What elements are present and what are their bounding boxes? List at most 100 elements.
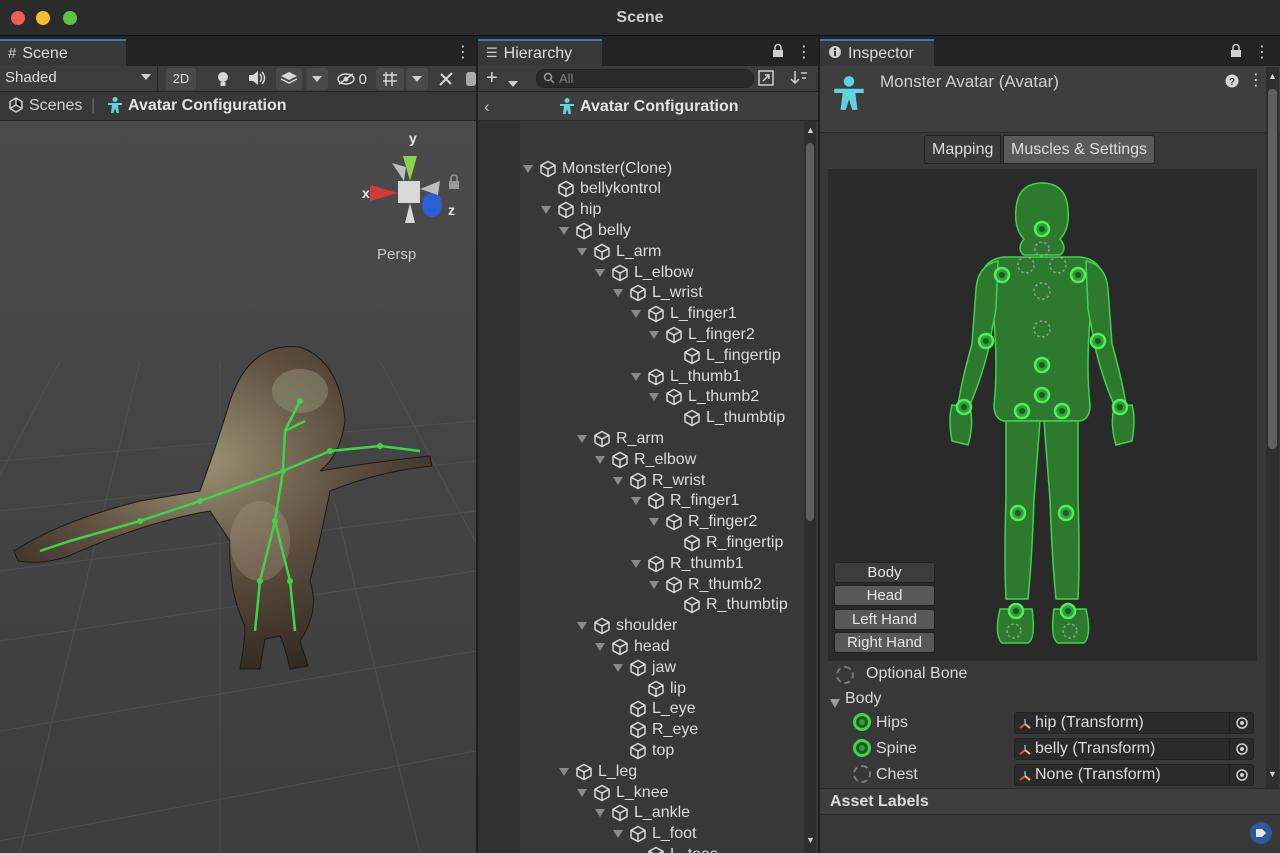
foldout-arrow-icon[interactable] (649, 393, 659, 402)
body-part-left-hand-button[interactable]: Left Hand (834, 609, 935, 630)
shading-mode-dropdown[interactable]: Shaded (0, 66, 158, 92)
toolbar-overflow[interactable] (466, 72, 476, 86)
hierarchy-scrollbar[interactable]: ▲ ▼ (804, 121, 816, 853)
hierarchy-item[interactable]: R_thumbtip (667, 595, 788, 616)
hierarchy-item[interactable]: L_thumbtip (667, 408, 785, 429)
foldout-arrow-icon[interactable] (649, 330, 659, 339)
foldout-arrow-icon[interactable] (577, 788, 587, 797)
hierarchy-item[interactable]: R_thumb1 (631, 553, 744, 574)
body-part-body-button[interactable]: Body (834, 562, 935, 583)
foldout-arrow-icon[interactable] (631, 559, 641, 568)
scroll-down-icon[interactable]: ▼ (1268, 769, 1277, 779)
foldout-arrow-icon[interactable] (577, 622, 587, 631)
tools-icon[interactable] (434, 68, 458, 90)
foldout-arrow-icon[interactable] (595, 809, 605, 818)
hierarchy-item[interactable]: L_elbow (595, 262, 694, 283)
hidden-objects-toggle[interactable]: 0 (334, 68, 370, 90)
scene-more-menu-icon[interactable]: ⋮ (455, 42, 471, 62)
toggle-2d-button[interactable]: 2D (166, 68, 196, 90)
hierarchy-item[interactable]: hip (541, 200, 601, 221)
object-picker-icon[interactable] (1229, 713, 1253, 733)
hierarchy-item[interactable]: L_fingertip (667, 345, 781, 366)
hierarchy-item[interactable]: L_finger2 (649, 324, 755, 345)
spine-transform-field[interactable]: belly (Transform) (1014, 738, 1254, 760)
body-part-right-hand-button[interactable]: Right Hand (834, 632, 935, 653)
grid-toggle-icon[interactable] (376, 68, 404, 90)
hierarchy-item[interactable]: L_knee (577, 782, 669, 803)
inspector-more-menu-icon[interactable]: ⋮ (1254, 42, 1270, 62)
hips-transform-field[interactable]: hip (Transform) (1014, 712, 1254, 734)
foldout-arrow-icon[interactable] (595, 642, 605, 651)
hierarchy-search-input[interactable]: All (536, 69, 754, 88)
hierarchy-item[interactable]: L_thumb1 (631, 366, 741, 387)
tab-muscles-settings[interactable]: Muscles & Settings (1003, 135, 1156, 164)
add-object-icon[interactable]: + (486, 68, 498, 88)
inspector-scroll-thumb[interactable] (1268, 89, 1277, 449)
hierarchy-item[interactable]: L_thumb2 (649, 387, 759, 408)
object-picker-icon[interactable] (1229, 765, 1253, 785)
asset-labels-header[interactable]: Asset Labels (820, 788, 1280, 815)
foldout-arrow-icon[interactable] (631, 310, 641, 319)
foldout-arrow-icon[interactable] (613, 476, 623, 485)
foldout-arrow-icon[interactable] (595, 268, 605, 277)
foldout-arrow-icon[interactable] (541, 206, 551, 215)
hierarchy-item[interactable]: jaw (613, 657, 676, 678)
hierarchy-item[interactable]: L_foot (613, 824, 696, 845)
hierarchy-item[interactable]: L_finger1 (631, 304, 737, 325)
hierarchy-item[interactable]: R_finger2 (649, 512, 757, 533)
body-section-foldout-icon[interactable] (830, 695, 840, 712)
sort-icon[interactable] (790, 70, 808, 90)
foldout-arrow-icon[interactable] (559, 226, 569, 235)
lock-icon[interactable] (772, 43, 784, 62)
scroll-up-icon[interactable]: ▲ (806, 125, 815, 135)
hierarchy-item[interactable]: L_wrist (613, 283, 703, 304)
hierarchy-item[interactable]: L_arm (577, 241, 661, 262)
hierarchy-item[interactable]: R_wrist (613, 470, 705, 491)
tab-mapping[interactable]: Mapping (924, 135, 1002, 164)
foldout-arrow-icon[interactable] (613, 830, 623, 839)
hierarchy-scroll-thumb[interactable] (806, 143, 814, 521)
foldout-arrow-icon[interactable] (631, 372, 641, 381)
hierarchy-item[interactable]: L_toes (631, 844, 718, 853)
scroll-up-icon[interactable]: ▲ (1268, 71, 1277, 81)
hierarchy-item[interactable]: R_thumb2 (649, 574, 762, 595)
inspector-scrollbar[interactable]: ▲ ▼ (1266, 67, 1279, 788)
hierarchy-item[interactable]: R_finger1 (631, 491, 739, 512)
tab-hierarchy[interactable]: ☰ Hierarchy (478, 39, 602, 66)
tab-scene[interactable]: # Scene (0, 39, 126, 66)
foldout-arrow-icon[interactable] (613, 663, 623, 672)
hierarchy-item[interactable]: R_arm (577, 428, 664, 449)
component-menu-icon[interactable]: ⋮ (1248, 70, 1264, 90)
label-tag-icon[interactable] (1250, 822, 1272, 844)
hierarchy-item[interactable]: R_elbow (595, 449, 696, 470)
hierarchy-item[interactable]: R_fingertip (667, 532, 783, 553)
lighting-toggle-icon[interactable] (211, 68, 235, 90)
foldout-arrow-icon[interactable] (577, 434, 587, 443)
help-icon[interactable]: ? (1225, 74, 1239, 92)
foldout-arrow-icon[interactable] (577, 247, 587, 256)
hierarchy-item[interactable]: L_ankle (595, 803, 690, 824)
effects-toggle-icon[interactable] (276, 68, 302, 90)
lock-icon[interactable] (1230, 43, 1242, 62)
hierarchy-item[interactable]: belly (559, 220, 631, 241)
hierarchy-item[interactable]: L_eye (613, 699, 696, 720)
foldout-arrow-icon[interactable] (559, 767, 569, 776)
body-part-head-button[interactable]: Head (834, 585, 935, 606)
foldout-arrow-icon[interactable] (523, 164, 533, 173)
search-by-type-icon[interactable] (758, 70, 774, 90)
foldout-arrow-icon[interactable] (613, 289, 623, 298)
foldout-arrow-icon[interactable] (631, 497, 641, 506)
scroll-down-icon[interactable]: ▼ (806, 835, 815, 845)
hierarchy-more-menu-icon[interactable]: ⋮ (796, 42, 812, 62)
hierarchy-item[interactable]: L_leg (559, 761, 637, 782)
scene-viewport[interactable]: y x z Persp (0, 121, 476, 853)
grid-dropdown-icon[interactable] (406, 68, 428, 90)
foldout-arrow-icon[interactable] (595, 455, 605, 464)
hierarchy-item[interactable]: shoulder (577, 616, 677, 637)
add-dropdown-icon[interactable] (508, 75, 518, 92)
foldout-arrow-icon[interactable] (649, 518, 659, 527)
foldout-arrow-icon[interactable] (649, 580, 659, 589)
hierarchy-item[interactable]: R_eye (613, 720, 698, 741)
back-chevron-icon[interactable]: ‹ (484, 97, 490, 117)
hierarchy-item[interactable]: lip (631, 678, 686, 699)
